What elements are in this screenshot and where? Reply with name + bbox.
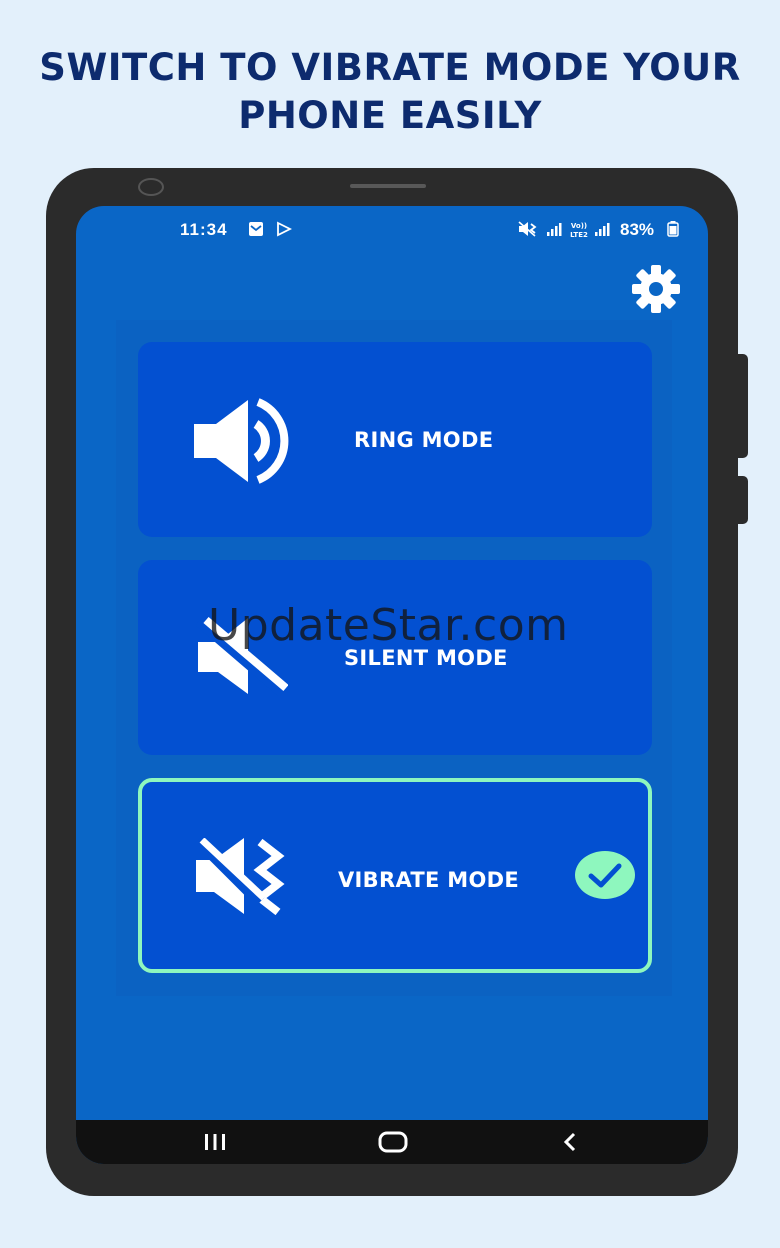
home-icon[interactable] — [378, 1130, 408, 1154]
speaker-muted-icon — [196, 616, 288, 696]
vibrate-status-icon — [518, 221, 537, 237]
silent-mode-button[interactable]: SILENT MODE — [138, 560, 652, 755]
gear-icon[interactable] — [629, 262, 683, 316]
recent-apps-icon[interactable] — [202, 1130, 228, 1154]
headline: SWITCH TO VIBRATE MODE YOUR PHONE EASILY — [0, 44, 780, 140]
svg-text:LTE2: LTE2 — [570, 231, 588, 239]
phone-frame: 11:34 Vo)) LTE2 83% RING MODE SILENT MOD… — [46, 168, 738, 1196]
headline-line-1: SWITCH TO VIBRATE MODE YOUR — [39, 46, 741, 89]
signal-icon — [547, 223, 562, 236]
ring-mode-button[interactable]: RING MODE — [138, 342, 652, 537]
silent-mode-label: SILENT MODE — [344, 646, 508, 670]
play-store-icon — [277, 221, 292, 237]
battery-percentage: 83% — [620, 220, 655, 239]
vibrate-icon — [194, 838, 285, 916]
earpiece-speaker — [350, 184, 426, 188]
status-time: 11:34 — [180, 220, 228, 239]
mail-notification-icon — [249, 222, 263, 236]
battery-icon — [667, 221, 679, 237]
volte-icon: Vo)) LTE2 — [570, 222, 588, 239]
check-icon — [575, 851, 635, 899]
signal-icon — [595, 223, 610, 236]
vibrate-mode-button[interactable]: VIBRATE MODE — [138, 778, 652, 973]
navigation-bar — [76, 1120, 708, 1164]
headline-line-2: PHONE EASILY — [238, 94, 542, 137]
ring-mode-label: RING MODE — [354, 428, 494, 452]
vibrate-mode-label: VIBRATE MODE — [338, 868, 519, 892]
camera-icon — [138, 178, 164, 196]
status-bar: 11:34 Vo)) LTE2 83% — [76, 218, 708, 244]
phone-screen: 11:34 Vo)) LTE2 83% RING MODE SILENT MOD… — [76, 206, 708, 1164]
back-icon[interactable] — [560, 1130, 580, 1154]
speaker-volume-icon — [194, 398, 289, 484]
svg-text:Vo)): Vo)) — [571, 222, 587, 230]
